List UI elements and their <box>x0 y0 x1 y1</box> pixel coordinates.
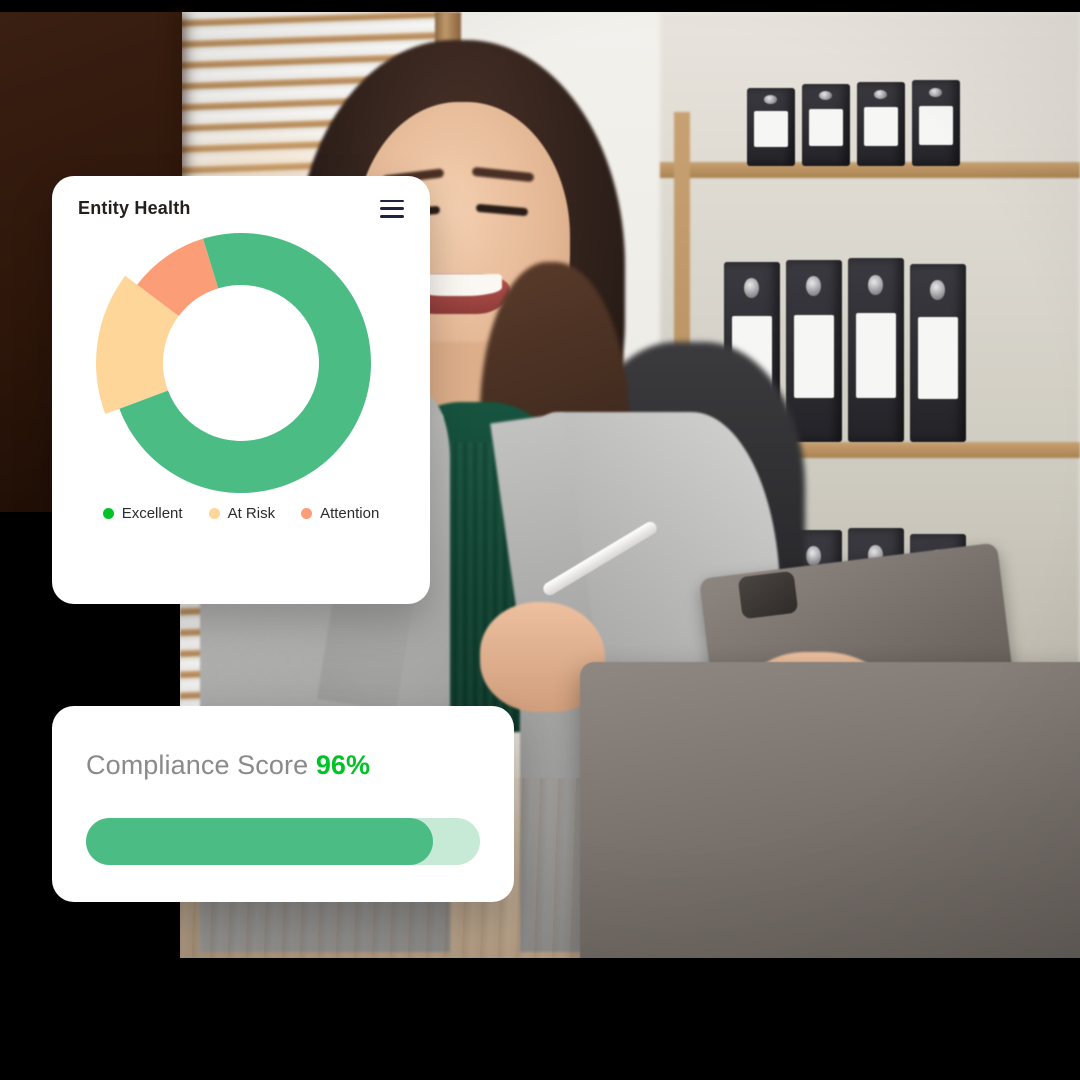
compliance-score-label: Compliance Score <box>86 750 309 780</box>
donut-svg <box>95 233 372 493</box>
legend-label-at-risk: At Risk <box>227 505 276 522</box>
compliance-score-value: 96% <box>315 750 371 780</box>
entity-health-card: Entity Health Excellent At Risk Attentio… <box>52 176 430 604</box>
screenshot-canvas: Entity Health Excellent At Risk Attentio… <box>0 0 1080 1080</box>
legend-label-excellent: Excellent <box>121 505 183 522</box>
legend-dot-at-risk <box>208 508 220 519</box>
entity-health-donut-chart <box>91 227 391 499</box>
legend-dot-attention <box>301 508 313 519</box>
compliance-score-heading: Compliance Score 96% <box>52 706 514 781</box>
compliance-progress-fill <box>86 818 433 865</box>
entity-health-card-header: Entity Health <box>52 176 430 219</box>
legend-item-attention[interactable]: Attention <box>301 505 379 522</box>
hamburger-icon[interactable] <box>380 199 404 218</box>
legend-item-excellent[interactable]: Excellent <box>102 505 183 522</box>
legend-dot-excellent <box>102 508 114 519</box>
compliance-progress-track <box>86 818 480 865</box>
chart-legend: Excellent At Risk Attention <box>52 505 430 522</box>
compliance-score-card: Compliance Score 96% <box>52 706 514 902</box>
legend-item-at-risk[interactable]: At Risk <box>208 505 276 522</box>
legend-label-attention: Attention <box>320 505 380 522</box>
entity-health-title: Entity Health <box>78 198 191 218</box>
